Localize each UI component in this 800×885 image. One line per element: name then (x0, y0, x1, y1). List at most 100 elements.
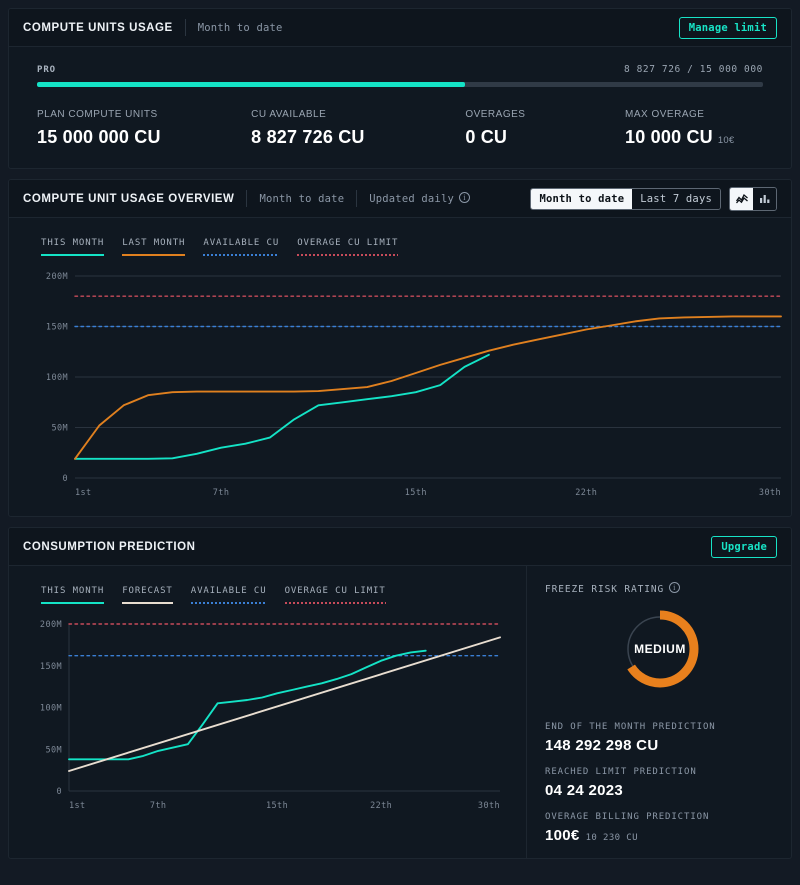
stat-value-text: 8 827 726 CU (251, 127, 365, 147)
stat-overages: OVERAGES 0 CU (465, 109, 625, 148)
svg-text:100M: 100M (40, 704, 62, 714)
svg-text:1st: 1st (75, 488, 92, 498)
svg-text:150M: 150M (40, 662, 62, 672)
metric-label: REACHED LIMIT PREDICTION (545, 767, 697, 777)
usage-panel-body: PRO 8 827 726 / 15 000 000 PLAN COMPUTE … (9, 47, 791, 168)
stat-value-text: 10 000 CU (625, 127, 713, 147)
legend-label: OVERAGE CU LIMIT (297, 238, 399, 248)
svg-text:0: 0 (62, 474, 68, 484)
stat-value-suffix: 10€ (717, 135, 735, 146)
legend-item-available-cu[interactable]: AVAILABLE CU (190, 586, 267, 604)
svg-text:50M: 50M (51, 424, 68, 434)
prediction-chart-section: THIS MONTH FORECAST AVAILABLE CU OVERAGE… (9, 566, 527, 858)
svg-text:150M: 150M (46, 323, 68, 333)
metric-value-text: 100€ (545, 827, 580, 844)
svg-text:30th: 30th (759, 488, 781, 498)
metric-value-text: 148 292 298 CU (545, 737, 659, 754)
plan-row: PRO 8 827 726 / 15 000 000 (37, 64, 763, 75)
range-option-month-to-date[interactable]: Month to date (531, 188, 633, 209)
info-icon[interactable] (459, 192, 470, 203)
metric-end-of-month-prediction: END OF THE MONTH PREDICTION 148 292 298 … (545, 722, 774, 754)
view-type-control[interactable] (729, 186, 777, 211)
svg-text:200M: 200M (46, 272, 68, 282)
svg-text:15th: 15th (405, 488, 427, 498)
stat-label: CU AVAILABLE (251, 109, 327, 120)
prediction-legend: THIS MONTH FORECAST AVAILABLE CU OVERAGE… (41, 586, 508, 604)
upgrade-button[interactable]: Upgrade (711, 535, 777, 558)
svg-text:1st: 1st (69, 801, 86, 811)
stat-cu-available: CU AVAILABLE 8 827 726 CU (251, 109, 465, 148)
freeze-risk-title-text: FREEZE RISK RATING (545, 584, 665, 595)
legend-swatch (190, 602, 267, 604)
prediction-chart-wrap: THIS MONTH FORECAST AVAILABLE CU OVERAGE… (9, 566, 526, 829)
prediction-body: THIS MONTH FORECAST AVAILABLE CU OVERAGE… (9, 566, 791, 858)
prediction-line-chart: 0 50M 100M 150M 200M 1st 7th 15th 22th 30th (40, 620, 501, 811)
metric-value: 100€ 10 230 CU (545, 827, 774, 844)
legend-label: THIS MONTH (41, 586, 105, 596)
legend-swatch (122, 254, 186, 256)
overview-title: COMPUTE UNIT USAGE OVERVIEW (23, 192, 235, 205)
consumption-prediction-panel: CONSUMPTION PREDICTION Upgrade THIS MONT… (8, 527, 792, 859)
legend-label: AVAILABLE CU (190, 586, 267, 596)
svg-text:200M: 200M (40, 620, 62, 630)
usage-progress-fill (37, 82, 465, 87)
usage-panel-header: COMPUTE UNITS USAGE Month to date Manage… (9, 9, 791, 47)
updated-daily-text: Updated daily (369, 193, 454, 205)
info-icon[interactable] (669, 582, 681, 593)
bar-chart-icon-button[interactable] (753, 187, 776, 210)
metric-value: 148 292 298 CU (545, 737, 774, 754)
legend-label: OVERAGE CU LIMIT (284, 586, 386, 596)
usage-progress-bar (37, 82, 763, 87)
freeze-risk-section: FREEZE RISK RATING MEDIUM END OF THE MON… (527, 566, 791, 858)
legend-swatch (284, 602, 386, 604)
bar-chart-icon (759, 195, 769, 203)
svg-text:100M: 100M (46, 373, 68, 383)
stat-value-text: 0 CU (465, 127, 508, 147)
legend-label: AVAILABLE CU (203, 238, 280, 248)
stat-value: 8 827 726 CU (251, 127, 465, 148)
overview-chart-wrap: THIS MONTH LAST MONTH AVAILABLE CU OVERA… (9, 218, 791, 516)
svg-text:30th: 30th (478, 801, 500, 811)
line-chart-icon-button[interactable] (730, 187, 753, 210)
header-divider (184, 19, 186, 36)
legend-label: THIS MONTH (41, 238, 105, 248)
svg-text:0: 0 (56, 787, 62, 797)
donut-label: MEDIUM (634, 642, 686, 656)
metric-value: 04 24 2023 (545, 782, 774, 799)
svg-text:22th: 22th (575, 488, 597, 498)
manage-limit-button[interactable]: Manage limit (678, 16, 777, 39)
usage-overview-panel: COMPUTE UNIT USAGE OVERVIEW Month to dat… (8, 179, 792, 517)
overview-subtitle: Month to date (259, 192, 345, 205)
legend-item-overage-cu-limit[interactable]: OVERAGE CU LIMIT (297, 238, 399, 256)
range-segmented-control[interactable]: Month to date Last 7 days (530, 187, 721, 210)
legend-item-this-month[interactable]: THIS MONTH (41, 238, 105, 256)
metric-value-text: 04 24 2023 (545, 782, 624, 799)
legend-label: LAST MONTH (122, 238, 186, 248)
range-option-last-7-days[interactable]: Last 7 days (632, 188, 720, 209)
svg-text:7th: 7th (150, 801, 167, 811)
freeze-risk-gauge: MEDIUM (545, 595, 774, 709)
legend-item-forecast[interactable]: FORECAST (122, 586, 173, 604)
header-divider (356, 190, 358, 207)
metric-label: END OF THE MONTH PREDICTION (545, 722, 716, 732)
stat-value: 0 CU (465, 127, 625, 148)
usage-panel-subtitle: Month to date (197, 21, 283, 34)
usage-stats: PLAN COMPUTE UNITS 15 000 000 CU CU AVAI… (37, 109, 763, 148)
legend-item-this-month[interactable]: THIS MONTH (41, 586, 105, 604)
metric-value-suffix: 10 230 CU (585, 833, 638, 843)
stat-label: MAX OVERAGE (625, 109, 705, 120)
stat-value: 10 000 CU 10€ (625, 127, 763, 148)
metric-label: OVERAGE BILLING PREDICTION (545, 812, 710, 822)
legend-label: FORECAST (122, 586, 173, 596)
stat-label: OVERAGES (465, 109, 526, 120)
compute-units-usage-panel: COMPUTE UNITS USAGE Month to date Manage… (8, 8, 792, 169)
overview-line-chart: 0 50M 100M 150M 200M 1st 7th 15th 22th 30th (46, 272, 782, 498)
line-chart-icon (735, 193, 748, 204)
svg-text:15th: 15th (266, 801, 288, 811)
stat-value: 15 000 000 CU (37, 127, 251, 148)
header-divider (246, 190, 248, 207)
legend-item-available-cu[interactable]: AVAILABLE CU (203, 238, 280, 256)
legend-item-overage-cu-limit[interactable]: OVERAGE CU LIMIT (284, 586, 386, 604)
legend-swatch (41, 254, 105, 256)
legend-item-last-month[interactable]: LAST MONTH (122, 238, 186, 256)
